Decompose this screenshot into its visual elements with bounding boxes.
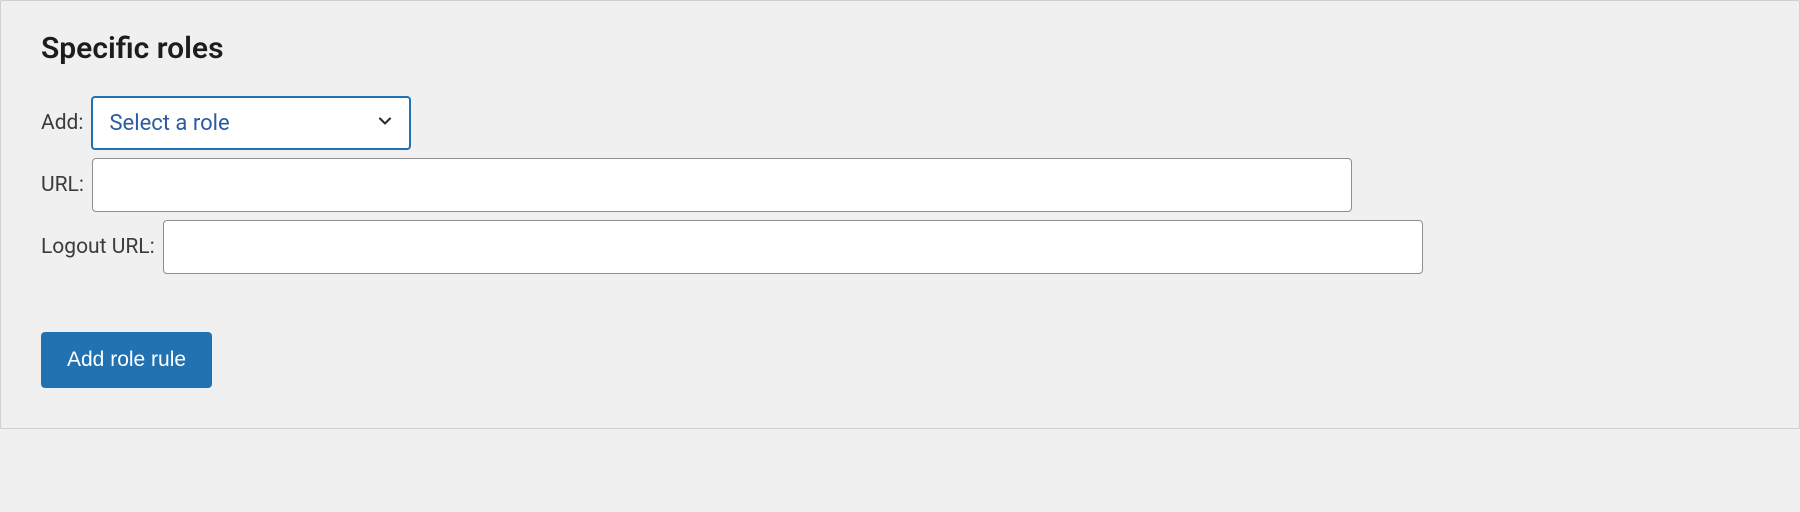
add-label: Add: xyxy=(41,111,83,135)
specific-roles-panel: Specific roles Add: Select a role URL: L… xyxy=(0,0,1800,429)
add-role-rule-button[interactable]: Add role rule xyxy=(41,332,212,388)
chevron-down-icon xyxy=(375,111,395,135)
add-role-row: Add: Select a role xyxy=(41,96,1759,150)
url-input[interactable] xyxy=(92,158,1352,212)
url-row: URL: xyxy=(41,158,1759,212)
role-select[interactable]: Select a role xyxy=(91,96,411,150)
logout-url-input[interactable] xyxy=(163,220,1423,274)
url-label: URL: xyxy=(41,173,84,197)
section-title: Specific roles xyxy=(41,31,1759,66)
role-select-placeholder: Select a role xyxy=(109,111,229,136)
logout-url-label: Logout URL: xyxy=(41,235,155,259)
logout-url-row: Logout URL: xyxy=(41,220,1759,274)
